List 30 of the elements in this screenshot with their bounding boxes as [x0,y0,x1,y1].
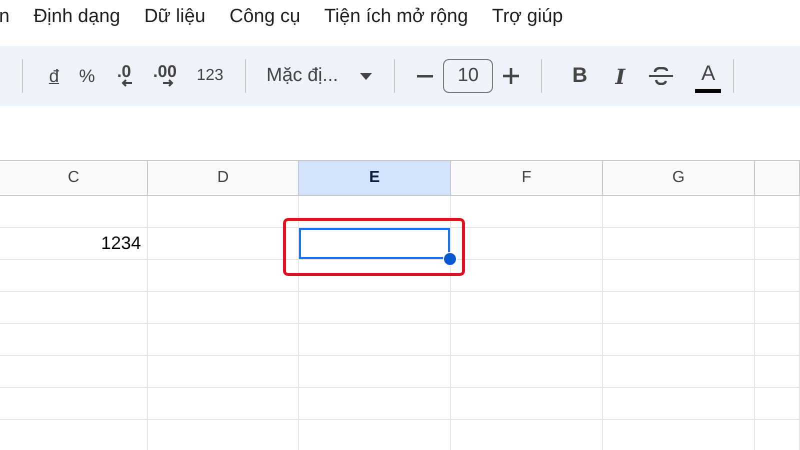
font-dropdown[interactable]: Mặc đị... [258,65,382,87]
column-header[interactable]: F [451,161,603,196]
minus-icon[interactable] [417,74,434,78]
number-format-button[interactable]: 123 [186,67,234,85]
column-header[interactable]: G [603,161,755,196]
arrow-right-icon [162,79,174,87]
strikethrough-icon[interactable] [649,67,674,85]
text-color-button[interactable]: A [695,59,722,93]
menu-item[interactable]: n [0,6,10,28]
menu-item[interactable]: Định dạng [34,6,120,28]
decrease-decimal-button[interactable]: .0 [105,65,144,87]
column-header[interactable]: D [148,161,299,196]
menu-item[interactable]: Công cụ [230,6,300,28]
menu-item[interactable]: Trợ giúp [492,6,563,28]
menu-item[interactable]: Dữ liệu [144,6,206,28]
column-header[interactable] [755,161,800,196]
column-header[interactable]: C [0,161,148,196]
fill-handle[interactable] [443,252,457,266]
table-cell[interactable]: 1234 [0,228,148,260]
menu-item[interactable]: Tiện ích mở rộng [324,6,468,28]
increase-decimal-button[interactable]: .00 [143,65,187,87]
currency-button[interactable]: đ [39,66,70,86]
plus-icon[interactable] [503,68,520,84]
font-size-field[interactable]: 10 [443,59,494,93]
percent-button[interactable]: % [69,66,106,86]
caret-icon [360,72,372,80]
arrow-left-icon [121,79,134,87]
column-header[interactable]: E [299,161,451,196]
bold-button[interactable]: B [558,64,602,88]
italic-button[interactable]: I [601,64,640,88]
